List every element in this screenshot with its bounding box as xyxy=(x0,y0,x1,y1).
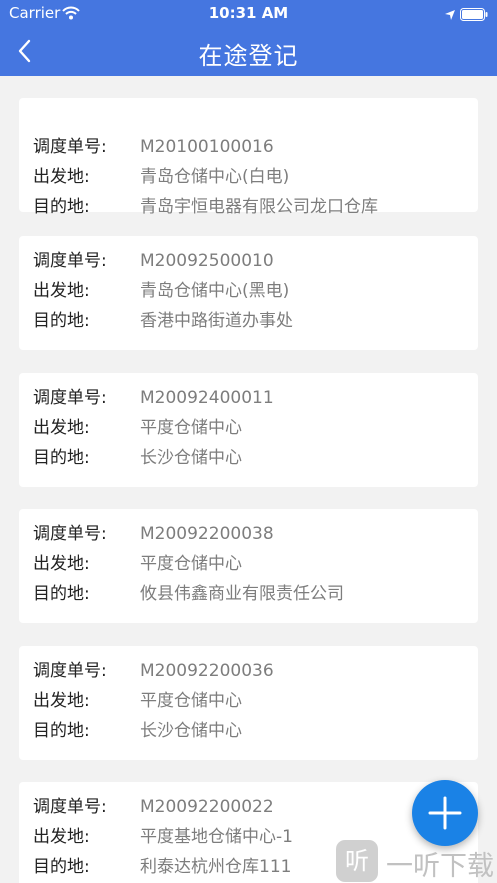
origin-label: 出发地: xyxy=(33,691,90,711)
destination-label: 目的地: xyxy=(33,311,90,331)
status-bar: Carrier 10:31 AM xyxy=(0,0,497,26)
order-no-label: 调度单号: xyxy=(33,797,107,817)
origin-label: 出发地: xyxy=(33,554,90,574)
add-button[interactable] xyxy=(412,780,478,846)
destination-value: 长沙仓储中心 xyxy=(140,448,242,468)
order-no-label: 调度单号: xyxy=(33,251,107,271)
destination-row: 目的地: 长沙仓储中心 xyxy=(33,718,242,744)
origin-row: 出发地: 青岛仓储中心(黑电) xyxy=(33,278,289,304)
origin-value: 青岛仓储中心(黑电) xyxy=(140,281,290,301)
record-card[interactable]: 调度单号: M20092200038 出发地: 平度仓储中心 目的地: 攸县伟鑫商业有… xyxy=(19,509,478,623)
destination-row: 目的地: 利泰达杭州仓库111 xyxy=(33,854,291,880)
destination-row: 目的地: 香港中路街道办事处 xyxy=(33,308,293,334)
page-title: 在途登记 xyxy=(198,42,299,70)
order-no-label: 调度单号: xyxy=(33,524,107,544)
order-no-label: 调度单号: xyxy=(33,137,107,157)
destination-row: 目的地: 攸县伟鑫商业有限责任公司 xyxy=(33,581,344,607)
origin-label: 出发地: xyxy=(33,167,90,187)
order-no-row: 调度单号: M20100100016 xyxy=(33,134,274,160)
order-no-row: 调度单号: M20092500010 xyxy=(33,248,274,274)
record-list: 调度单号: M20100100016 出发地: 青岛仓储中心(白电) 目的地: 青岛宇… xyxy=(0,76,497,883)
origin-row: 出发地: 平度基地仓储中心-1 xyxy=(33,824,293,850)
status-time: 10:31 AM xyxy=(208,4,289,22)
record-card[interactable]: 调度单号: M20092200036 出发地: 平度仓储中心 目的地: 长沙仓储中心 xyxy=(19,646,478,760)
origin-value: 平度仓储中心 xyxy=(140,554,242,574)
order-no-value: M20092200022 xyxy=(140,797,274,817)
destination-row: 目的地: 长沙仓储中心 xyxy=(33,445,242,471)
plus-icon xyxy=(428,796,462,830)
origin-label: 出发地: xyxy=(33,281,90,301)
record-card[interactable]: 调度单号: M20092400011 出发地: 平度仓储中心 目的地: 长沙仓储中心 xyxy=(19,373,478,487)
order-no-row: 调度单号: M20092400011 xyxy=(33,385,274,411)
origin-row: 出发地: 平度仓储中心 xyxy=(33,551,242,577)
destination-label: 目的地: xyxy=(33,857,90,877)
destination-value: 攸县伟鑫商业有限责任公司 xyxy=(140,584,344,604)
order-no-value: M20092200038 xyxy=(140,524,274,544)
destination-value: 长沙仓储中心 xyxy=(140,721,242,741)
order-no-value: M20100100016 xyxy=(140,137,274,157)
destination-value: 青岛宇恒电器有限公司龙口仓库 xyxy=(140,197,378,217)
record-card[interactable]: 调度单号: M20092500010 出发地: 青岛仓储中心(黑电) 目的地: 香港中… xyxy=(19,236,478,350)
destination-label: 目的地: xyxy=(33,448,90,468)
origin-value: 平度基地仓储中心-1 xyxy=(140,827,293,847)
origin-value: 平度仓储中心 xyxy=(140,418,242,438)
order-no-row: 调度单号: M20092200036 xyxy=(33,658,274,684)
location-arrow-icon xyxy=(444,6,456,25)
origin-label: 出发地: xyxy=(33,827,90,847)
origin-row: 出发地: 平度仓储中心 xyxy=(33,415,242,441)
origin-row: 出发地: 平度仓储中心 xyxy=(33,688,242,714)
order-no-value: M20092200036 xyxy=(140,661,274,681)
destination-value: 香港中路街道办事处 xyxy=(140,311,293,331)
origin-label: 出发地: xyxy=(33,418,90,438)
destination-label: 目的地: xyxy=(33,197,90,217)
origin-value: 青岛仓储中心(白电) xyxy=(140,167,290,187)
record-card[interactable]: 调度单号: M20100100016 出发地: 青岛仓储中心(白电) 目的地: 青岛宇… xyxy=(19,98,478,217)
order-no-label: 调度单号: xyxy=(33,661,107,681)
destination-label: 目的地: xyxy=(33,584,90,604)
battery-icon xyxy=(460,6,488,25)
origin-value: 平度仓储中心 xyxy=(140,691,242,711)
destination-value: 利泰达杭州仓库111 xyxy=(140,857,292,877)
origin-row: 出发地: 青岛仓储中心(白电) xyxy=(33,164,289,190)
nav-bar: 在途登记 xyxy=(0,26,497,76)
order-no-label: 调度单号: xyxy=(33,388,107,408)
order-no-value: M20092500010 xyxy=(140,251,274,271)
destination-row: 目的地: 青岛宇恒电器有限公司龙口仓库 xyxy=(33,194,378,220)
order-no-value: M20092400011 xyxy=(140,388,274,408)
watermark-logo-icon: 听 xyxy=(336,840,378,882)
order-no-row: 调度单号: M20092200022 xyxy=(33,794,274,820)
watermark-text: 一听下载 xyxy=(386,851,494,882)
destination-label: 目的地: xyxy=(33,721,90,741)
order-no-row: 调度单号: M20092200038 xyxy=(33,521,274,547)
watermark: 听 一听下载 xyxy=(336,838,497,883)
